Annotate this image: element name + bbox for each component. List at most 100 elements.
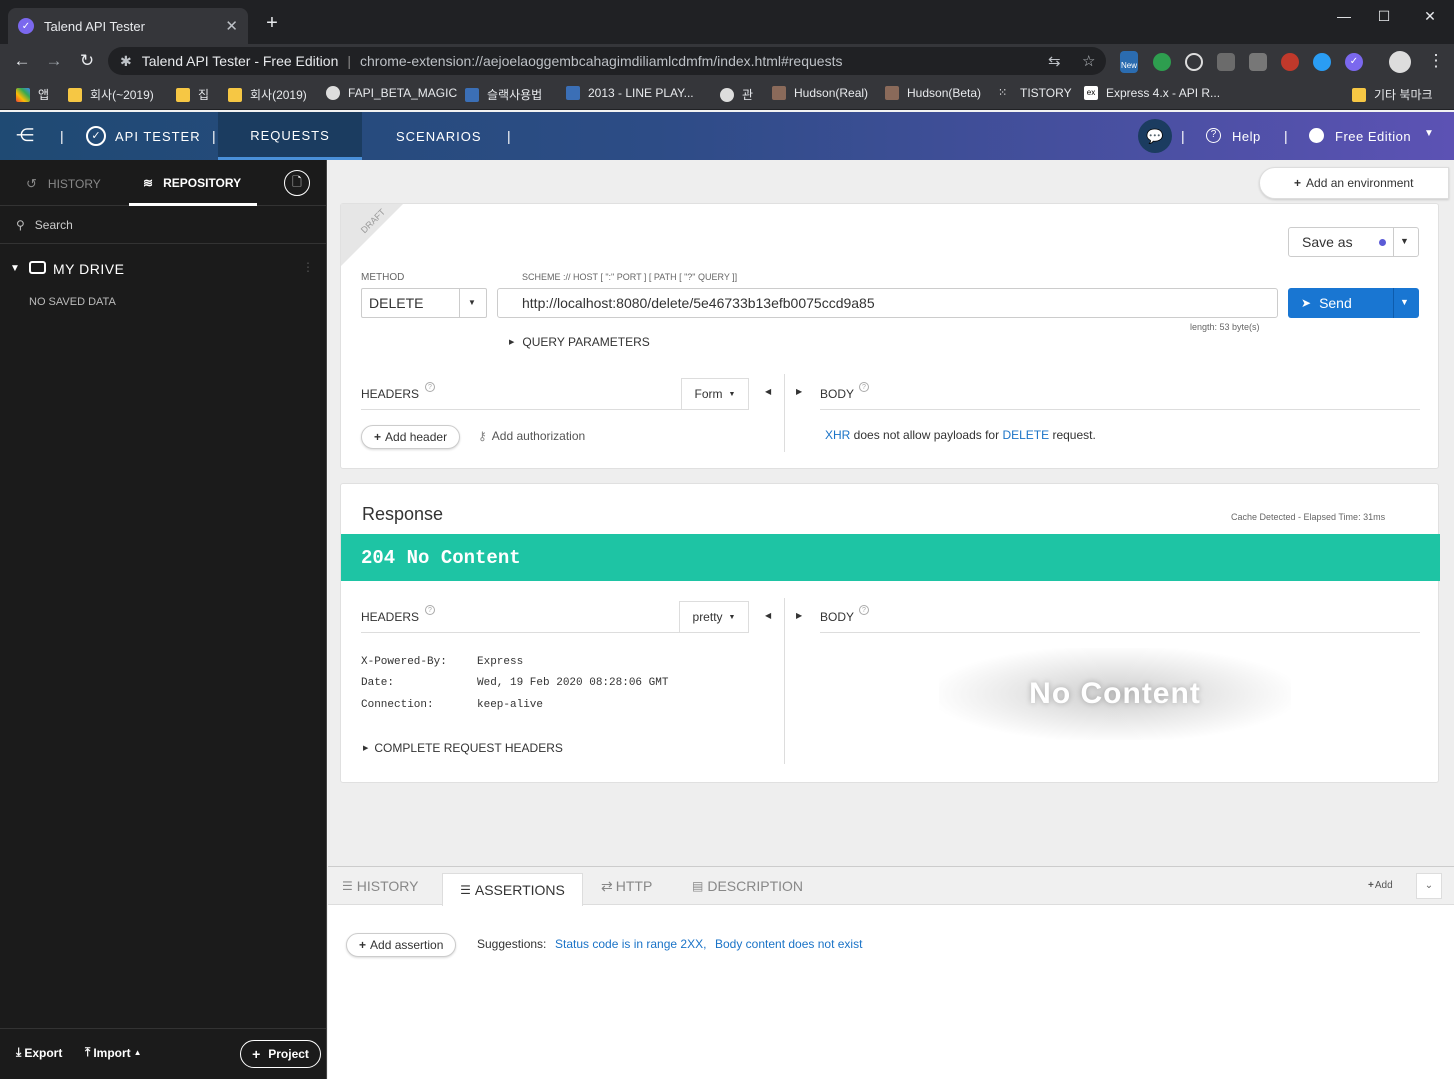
delete-method-link[interactable]: DELETE (1002, 428, 1049, 442)
bookmark-link[interactable]: ⁙ TISTORY (998, 86, 1072, 100)
xhr-link[interactable]: XHR (825, 428, 850, 442)
sidebar-tab-history[interactable]: ↺ HISTORY (26, 176, 101, 192)
help-icon[interactable]: ? (425, 382, 435, 392)
response-meta: Cache Detected - Elapsed Time: 31ms (1231, 512, 1386, 522)
new-project-button[interactable]: + Project (240, 1040, 321, 1068)
header-value: Wed, 19 Feb 2020 08:28:06 GMT (477, 677, 669, 690)
collapse-left-icon[interactable]: ◀ (765, 387, 771, 396)
export-button[interactable]: ⤓ Export (16, 1045, 62, 1060)
add-authorization-button[interactable]: ⚷ Add authorization (478, 429, 585, 443)
bookmark-link[interactable]: Hudson(Beta) (885, 86, 981, 100)
expand-right-icon[interactable]: ▶ (796, 387, 802, 396)
new-tab-button[interactable]: + (262, 12, 282, 35)
bookmark-folder[interactable]: 집 (176, 86, 209, 103)
tab-http[interactable]: ⇄ HTTP (601, 867, 652, 905)
maximize-icon[interactable]: ☐ (1364, 4, 1404, 28)
search-icon: ⚲ (16, 217, 25, 232)
bookmark-link[interactable]: 관 (720, 86, 753, 103)
browser-menu-icon[interactable]: ⋮ (1424, 49, 1448, 73)
owl-extension-icon[interactable] (1281, 53, 1299, 71)
collapse-left-icon[interactable]: ◀ (765, 611, 771, 620)
complete-request-headers-toggle[interactable]: ▶ COMPLETE REQUEST HEADERS (363, 741, 563, 755)
help-icon[interactable]: ? (859, 382, 869, 392)
body-note-text: does not allow payloads for (850, 428, 1003, 442)
address-bar[interactable]: ✱ Talend API Tester - Free Edition | chr… (108, 47, 1106, 75)
send-button[interactable]: ➤ Send ▼ (1288, 288, 1419, 318)
chevron-down-icon[interactable]: ▼ (1400, 297, 1409, 307)
evernote-icon[interactable] (1153, 53, 1171, 71)
tab-history[interactable]: ☰ HISTORY (342, 867, 419, 905)
collapse-caret-icon[interactable]: ▼ (10, 263, 20, 274)
talend-logo-icon[interactable]: ⋲ (16, 125, 34, 146)
drive-menu-icon[interactable]: ⋮ (302, 260, 314, 274)
add-environment-button[interactable]: + Add an environment (1259, 167, 1449, 199)
no-content-watermark: No Content (939, 648, 1291, 740)
window-extension-icon[interactable] (1217, 53, 1235, 71)
add-button[interactable]: + Add (1368, 880, 1393, 891)
help-link[interactable]: Help (1232, 129, 1261, 144)
tab-requests[interactable]: REQUESTS (218, 112, 362, 160)
bookmark-star-icon[interactable]: ☆ (1082, 52, 1095, 70)
add-assertion-button[interactable]: + Add assertion (346, 933, 457, 957)
sidebar-tab-repository[interactable]: ≋ REPOSITORY (129, 160, 257, 206)
close-tab-icon[interactable]: ✕ (225, 17, 238, 35)
bookmark-link[interactable]: ex Express 4.x - API R... (1084, 86, 1220, 100)
globe-icon (326, 86, 340, 100)
bookmark-link[interactable]: 2013 - LINE PLAY... (566, 86, 694, 100)
tab-assertions[interactable]: ☰ ASSERTIONS (442, 873, 583, 906)
bookmark-apps[interactable]: 앱 (16, 86, 49, 103)
tab-description[interactable]: ▤ DESCRIPTION (692, 867, 803, 905)
help-icon[interactable]: ? (859, 605, 869, 615)
bookmark-link[interactable]: FAPI_BETA_MAGIC (326, 86, 457, 100)
headers-mode-select[interactable]: Form ▼ (681, 378, 749, 410)
header-divider: | (212, 128, 216, 144)
chevron-down-icon[interactable]: ⌄ (1416, 873, 1442, 899)
new-document-icon[interactable]: 🗋 (284, 170, 310, 196)
bookmark-link[interactable]: Hudson(Real) (772, 86, 868, 100)
expand-right-icon[interactable]: ▶ (796, 611, 802, 620)
profile-avatar[interactable] (1389, 51, 1411, 73)
my-drive-label[interactable]: MY DRIVE (53, 261, 124, 277)
edition-menu[interactable]: Free Edition (1335, 129, 1411, 144)
help-icon[interactable]: ? (425, 605, 435, 615)
browser-toolbar: ← → ↻ ✱ Talend API Tester - Free Edition… (0, 44, 1454, 78)
url-input[interactable]: http://localhost:8080/delete/5e46733b13e… (497, 288, 1278, 318)
folder-icon (176, 87, 190, 102)
app-name[interactable]: API TESTER (115, 129, 201, 144)
tab-scenarios[interactable]: SCENARIOS (396, 129, 482, 144)
suggestion-status-code[interactable]: Status code is in range 2XX, (555, 937, 706, 951)
header-row: X-Powered-By: Express (361, 651, 668, 673)
ex-extension-icon[interactable] (1249, 53, 1267, 71)
bird-extension-icon[interactable] (1313, 53, 1331, 71)
header-name: Date: (361, 677, 395, 690)
bookmark-link[interactable]: 슬랙사용법 (465, 86, 542, 103)
browser-tab[interactable]: ✓ Talend API Tester ✕ (8, 8, 248, 44)
suggestion-body-empty[interactable]: Body content does not exist (715, 937, 862, 951)
reload-icon[interactable]: ↻ (75, 49, 99, 73)
sidebar-search[interactable]: ⚲ Search (0, 206, 326, 244)
minimize-icon[interactable]: — (1324, 4, 1364, 28)
talend-extension-icon[interactable]: ✓ (1345, 53, 1363, 71)
send-plane-icon: ➤ (1301, 296, 1312, 310)
search-input[interactable]: Search (35, 218, 73, 232)
translate-icon[interactable]: ⇆ (1048, 52, 1061, 70)
close-window-icon[interactable]: ✕ (1410, 4, 1450, 28)
bookmark-folder[interactable]: 회사(2019) (228, 86, 307, 103)
whatsapp-icon[interactable] (1185, 53, 1203, 71)
method-select[interactable]: DELETE ▼ (361, 288, 487, 318)
bookmark-other[interactable]: 기타 북마크 (1352, 86, 1433, 103)
chevron-down-icon[interactable]: ▼ (1424, 128, 1434, 139)
import-button[interactable]: ⤒ Import ▲ (85, 1045, 142, 1060)
bookmark-folder[interactable]: 회사(~2019) (68, 86, 154, 103)
extension-new-icon[interactable]: New (1120, 51, 1138, 73)
chat-icon[interactable]: 💬 (1138, 119, 1172, 153)
chevron-down-icon[interactable]: ▼ (1400, 236, 1409, 246)
query-parameters-toggle[interactable]: ▶ QUERY PARAMETERS (509, 335, 650, 349)
save-as-button[interactable]: Save as ▼ (1288, 227, 1419, 257)
header-name: Connection: (361, 698, 434, 711)
sidebar-tab-history-label: HISTORY (47, 177, 101, 191)
forward-icon[interactable]: → (42, 49, 66, 73)
format-select[interactable]: pretty ▼ (679, 601, 749, 633)
back-icon[interactable]: ← (10, 49, 34, 73)
add-header-button[interactable]: + Add header (361, 425, 461, 449)
